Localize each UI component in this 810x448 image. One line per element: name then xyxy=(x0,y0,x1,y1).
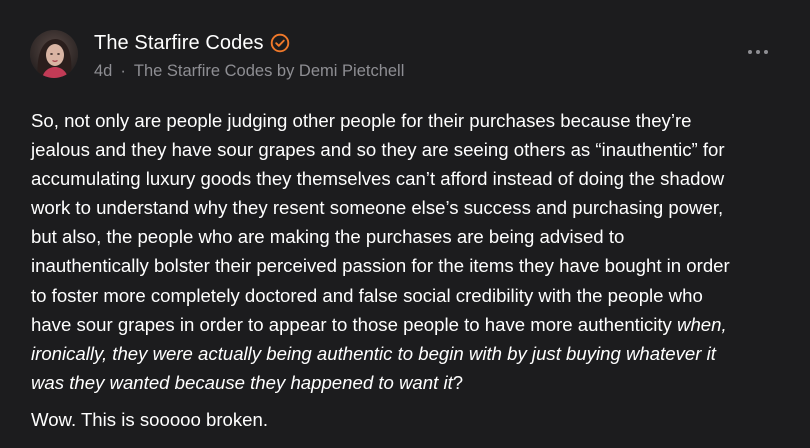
body-text-plain: ? xyxy=(452,371,464,393)
author-row: The Starfire Codes xyxy=(94,30,290,56)
post-closing-paragraph: Wow. This is sooooo broken. xyxy=(31,408,269,430)
publication-link[interactable]: The Starfire Codes by Demi Pietchell xyxy=(134,60,405,82)
verified-check-icon xyxy=(270,33,290,53)
more-horizontal-icon[interactable] xyxy=(746,42,770,62)
body-text-plain: have sour grapes in order to appear to t… xyxy=(31,313,678,335)
body-line: to foster more completely doctored and f… xyxy=(31,284,703,306)
post-time: 4d xyxy=(94,62,113,80)
post-paragraph: So, not only are people judging other pe… xyxy=(31,106,791,397)
body-line: was they wanted because they happened to… xyxy=(31,372,463,393)
avatar[interactable] xyxy=(30,30,78,78)
author-name[interactable]: The Starfire Codes xyxy=(94,30,264,56)
post-card: The Starfire Codes 4d · The Starfire Cod… xyxy=(0,0,810,448)
post-header: The Starfire Codes 4d · The Starfire Cod… xyxy=(30,28,770,84)
body-line-italic: ironically, they were actually being aut… xyxy=(31,342,716,364)
body-text-italic: was they wanted because they happened to… xyxy=(31,371,453,393)
body-line: have sour grapes in order to appear to t… xyxy=(31,314,727,335)
body-line: jealous and they have sour grapes and so… xyxy=(31,139,725,161)
meta-separator: · xyxy=(120,62,126,80)
avatar-image xyxy=(30,30,78,78)
post-body: So, not only are people judging other pe… xyxy=(31,106,791,434)
body-text-italic: when, xyxy=(677,313,727,335)
body-line: but also, the people who are making the … xyxy=(31,226,625,248)
body-line: accumulating luxury goods they themselve… xyxy=(31,168,725,190)
post-meta: 4d · The Starfire Codes by Demi Pietchel… xyxy=(94,60,404,82)
body-line: work to understand why they resent someo… xyxy=(31,197,724,219)
body-line: inauthentically bolster their perceived … xyxy=(31,255,730,277)
body-line: So, not only are people judging other pe… xyxy=(31,110,692,131)
